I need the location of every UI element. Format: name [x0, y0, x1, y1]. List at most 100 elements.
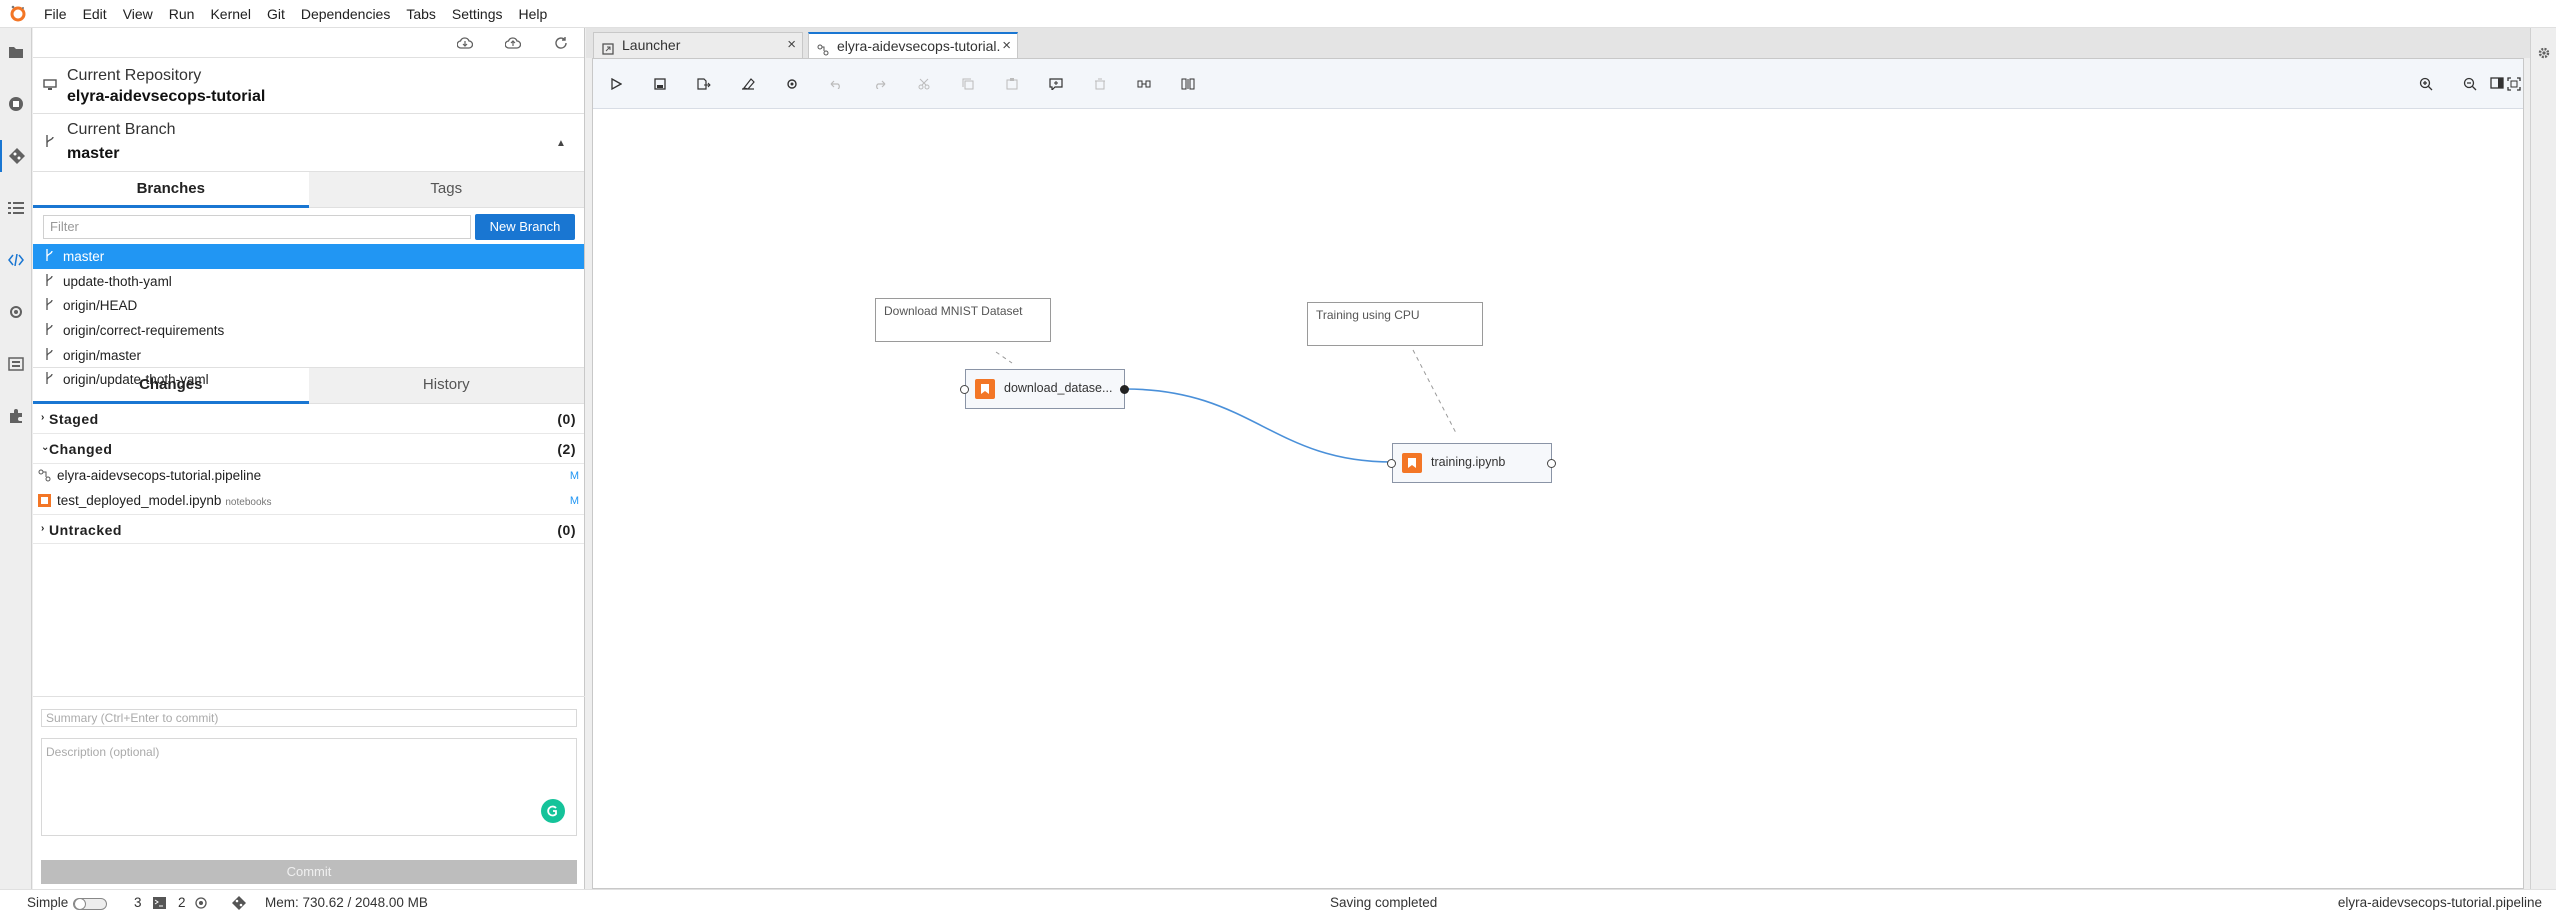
- menu-git[interactable]: Git: [259, 0, 293, 28]
- simple-mode-label: Simple: [27, 895, 69, 910]
- pipeline-node[interactable]: download_datase...: [965, 369, 1125, 409]
- caret-up-icon[interactable]: ▲: [556, 138, 566, 149]
- branch-icon: [45, 273, 53, 289]
- push-icon[interactable]: [503, 33, 523, 53]
- pull-icon[interactable]: [455, 33, 475, 53]
- memory-usage: Mem: 730.62 / 2048.00 MB: [265, 895, 428, 910]
- menu-file[interactable]: File: [36, 0, 75, 28]
- branch-name: master: [67, 145, 120, 162]
- staged-label: Staged: [49, 411, 99, 427]
- file-name: elyra-aidevsecops-tutorial.pipeline: [57, 468, 262, 483]
- terminal-icon: [153, 897, 166, 912]
- branch-item[interactable]: origin/HEAD: [33, 293, 584, 318]
- simple-mode-toggle[interactable]: [73, 898, 107, 910]
- untracked-count: (0): [557, 522, 576, 538]
- branch-item-label: origin/correct-requirements: [63, 322, 225, 338]
- branch-item[interactable]: update-thoth-yaml: [33, 269, 584, 294]
- close-icon[interactable]: ×: [787, 33, 796, 57]
- branch-item[interactable]: origin/update-thoth-yaml: [33, 367, 584, 392]
- menu-dependencies[interactable]: Dependencies: [293, 0, 399, 28]
- commit-button[interactable]: Commit: [41, 860, 577, 884]
- toggle-knob: [74, 898, 86, 910]
- folder-icon[interactable]: [0, 36, 32, 68]
- notebook-icon: [975, 379, 995, 399]
- close-icon[interactable]: ×: [1000, 34, 1011, 58]
- git-panel: Current Repository elyra-aidevsecops-tut…: [33, 28, 585, 889]
- changed-label: Changed: [49, 441, 113, 457]
- table-of-contents-icon[interactable]: [0, 192, 32, 224]
- changed-file-row[interactable]: test_deployed_model.ipynb notebooks M: [33, 489, 584, 514]
- commit-description-input[interactable]: Description (optional): [41, 738, 577, 836]
- branch-filter-row: Filter New Branch: [33, 208, 584, 244]
- notebook-icon: [1402, 453, 1422, 473]
- code-snippets-icon[interactable]: [0, 244, 32, 276]
- pipeline-icon: [817, 39, 829, 58]
- kernel-count[interactable]: 2: [178, 895, 186, 910]
- file-status-badge: M: [569, 470, 579, 482]
- changed-file-row[interactable]: elyra-aidevsecops-tutorial.pipeline M: [33, 464, 584, 489]
- staged-count: (0): [557, 411, 576, 427]
- changed-section[interactable]: ⌄ Changed (2): [33, 434, 584, 464]
- menu-kernel[interactable]: Kernel: [202, 0, 258, 28]
- node-link[interactable]: [1124, 388, 1393, 463]
- right-sidebar-bar: [2530, 28, 2556, 889]
- property-inspector-gear-icon[interactable]: [2537, 46, 2551, 65]
- untracked-section[interactable]: › Untracked (0): [33, 514, 584, 544]
- menu-view[interactable]: View: [115, 0, 161, 28]
- pipeline-node[interactable]: training.ipynb: [1392, 443, 1552, 483]
- refresh-icon[interactable]: [551, 33, 571, 53]
- staged-section[interactable]: › Staged (0): [33, 404, 584, 434]
- tab-pipeline[interactable]: elyra-aidevsecops-tutorial.p ×: [808, 32, 1018, 58]
- branch-icon: [45, 134, 55, 153]
- branch-filter-input[interactable]: Filter: [43, 215, 471, 239]
- runtimes-icon[interactable]: [0, 296, 32, 328]
- file-path: notebooks: [225, 497, 272, 508]
- menu-settings[interactable]: Settings: [444, 0, 511, 28]
- git-toolbar: [33, 28, 584, 58]
- branch-icon: [45, 249, 53, 264]
- file-status-badge: M: [569, 495, 579, 507]
- menu-tabs[interactable]: Tabs: [398, 0, 444, 28]
- current-repository[interactable]: Current Repository elyra-aidevsecops-tut…: [33, 58, 584, 114]
- branch-item[interactable]: master: [33, 244, 584, 269]
- git-status-icon[interactable]: [231, 895, 247, 914]
- untracked-label: Untracked: [49, 522, 122, 538]
- git-icon[interactable]: [0, 140, 32, 172]
- menu-run[interactable]: Run: [161, 0, 203, 28]
- input-port[interactable]: [960, 385, 969, 394]
- status-bar: Simple 3 2 Mem: 730.62 / 2048.00 MB Savi…: [0, 889, 2556, 914]
- terminal-count[interactable]: 3: [134, 895, 142, 910]
- current-branch[interactable]: Current Branch master ▲: [33, 114, 584, 172]
- branch-item-label: origin/update-thoth-yaml: [63, 372, 209, 388]
- new-branch-button[interactable]: New Branch: [475, 214, 575, 240]
- menu-help[interactable]: Help: [511, 0, 556, 28]
- extensions-puzzle-icon[interactable]: [0, 400, 32, 432]
- comment-link: [995, 351, 1013, 364]
- grammarly-icon[interactable]: [541, 799, 565, 823]
- commit-summary-input[interactable]: Summary (Ctrl+Enter to commit): [41, 709, 577, 727]
- tab-tags[interactable]: Tags: [308, 172, 584, 208]
- caret-right-icon: ›: [41, 523, 45, 534]
- file-name-wrap: test_deployed_model.ipynb notebooks: [57, 493, 272, 508]
- tab-branches[interactable]: Branches: [33, 172, 309, 208]
- comment-box[interactable]: Training using CPU: [1307, 302, 1483, 346]
- kernel-icon: [195, 897, 207, 912]
- branch-item[interactable]: origin/correct-requirements: [33, 318, 584, 343]
- running-kernels-icon[interactable]: [0, 88, 32, 120]
- desktop-icon: [43, 78, 57, 96]
- menu-edit[interactable]: Edit: [75, 0, 115, 28]
- output-port[interactable]: [1120, 385, 1129, 394]
- tab-label: Launcher: [622, 37, 681, 53]
- comment-box[interactable]: Download MNIST Dataset: [875, 298, 1051, 342]
- branch-item[interactable]: origin/master: [33, 343, 584, 368]
- input-port[interactable]: [1387, 459, 1396, 468]
- runtime-images-icon[interactable]: [0, 348, 32, 380]
- file-name: test_deployed_model.ipynb: [57, 493, 222, 508]
- tab-launcher[interactable]: Launcher ×: [593, 32, 803, 58]
- branch-item-label: origin/master: [63, 347, 142, 363]
- output-port[interactable]: [1547, 459, 1556, 468]
- repo-label: Current Repository: [67, 67, 202, 84]
- pipeline-links: [995, 349, 1457, 463]
- node-label: download_datase...: [1004, 381, 1113, 395]
- caret-right-icon: ›: [41, 412, 45, 423]
